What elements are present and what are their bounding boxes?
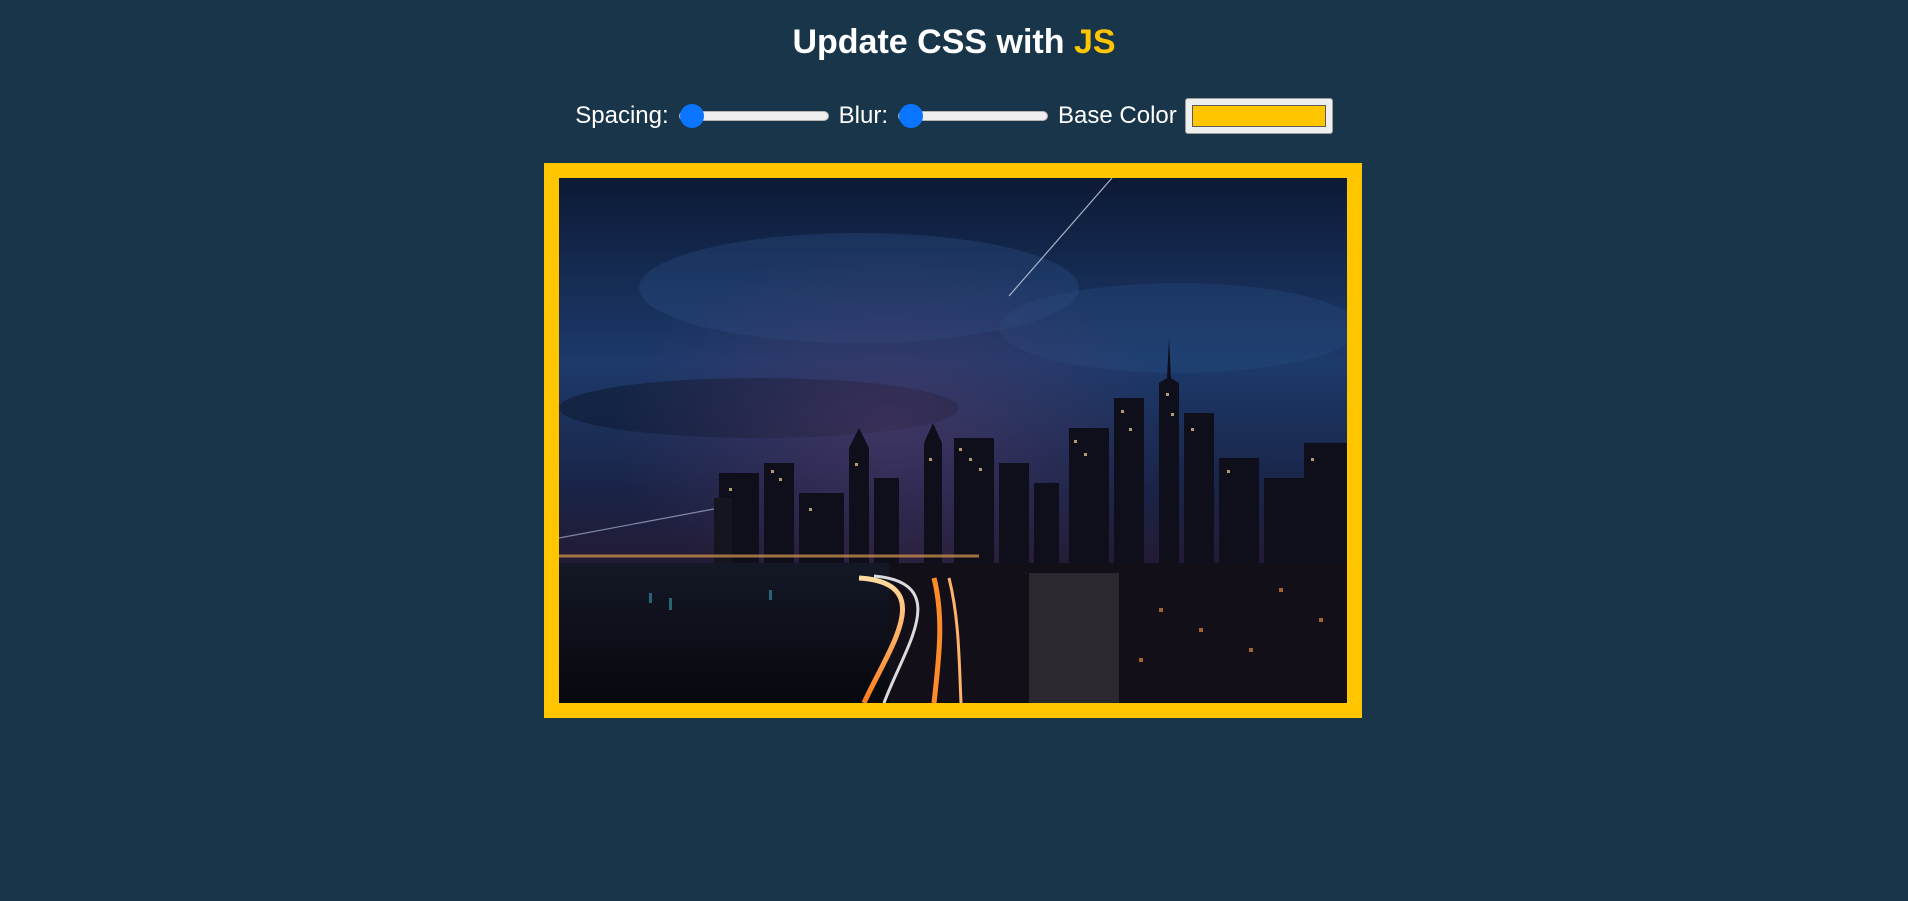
image-frame xyxy=(544,163,1362,718)
base-color-label: Base Color xyxy=(1058,102,1177,129)
spacing-slider[interactable] xyxy=(678,110,829,122)
spacing-label: Spacing: xyxy=(575,102,669,129)
base-color-swatch xyxy=(1191,105,1326,127)
city-skyline-image xyxy=(559,178,1347,703)
page-title: Update CSS with JS xyxy=(0,20,1908,64)
base-color-picker[interactable] xyxy=(1184,98,1333,134)
city-skyline-illustration xyxy=(559,178,1347,703)
controls-bar: Spacing: Blur: Base Color xyxy=(0,94,1908,138)
title-highlight: JS xyxy=(1073,23,1116,61)
blur-label: Blur: xyxy=(838,102,889,129)
page: Update CSS with JS Spacing: Blur: Base C… xyxy=(0,0,1908,901)
blur-slider[interactable] xyxy=(898,110,1049,122)
title-text: Update CSS with xyxy=(792,23,1074,61)
